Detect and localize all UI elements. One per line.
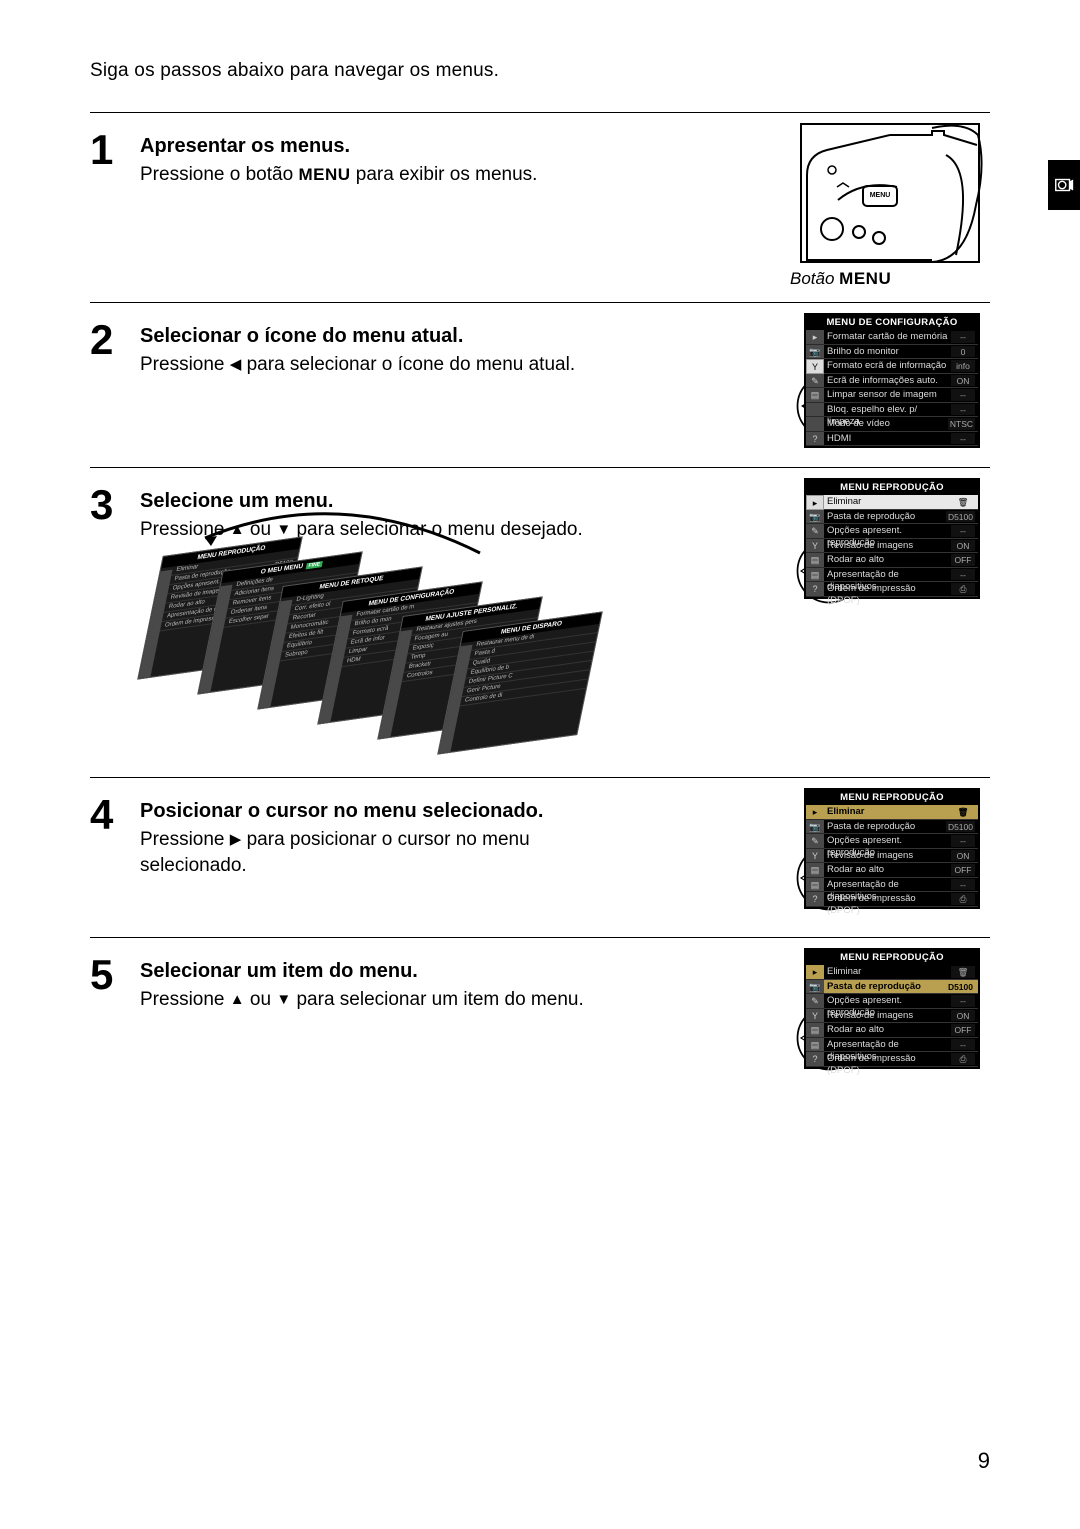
- right-arrow-icon: ▶: [230, 831, 242, 848]
- retouch-tab-icon: ▤: [806, 1023, 824, 1038]
- step-number: 3: [90, 480, 140, 757]
- step-1: 1 Apresentar os menus. Pressione o botão…: [90, 112, 990, 302]
- step-title: Posicionar o cursor no menu selecionado.: [140, 800, 630, 823]
- mymenu-tab-icon: ▤: [806, 1038, 824, 1053]
- menu-playback-screenshot: MENU REPRODUÇÃO ▸ 📷 ✎ Y ▤ ▤ ? Eliminar🗑 …: [804, 948, 980, 1069]
- help-tab-icon: ?: [806, 432, 824, 447]
- menu-title: MENU REPRODUÇÃO: [806, 790, 978, 805]
- step-number: 1: [90, 125, 140, 282]
- left-arrow-icon: ◀: [230, 356, 242, 373]
- camera-small-button-icon: [872, 231, 886, 245]
- menu-rows: Eliminar🗑 Pasta de reproduçãoD5100 Opçõe…: [824, 805, 978, 907]
- step-number: 4: [90, 790, 140, 917]
- up-arrow-icon: ▲: [230, 991, 245, 1008]
- step1-graphic: MENU Botão MENU: [690, 123, 990, 289]
- menu-button-icon: MENU: [862, 185, 898, 207]
- step-desc: Pressione ▲ ou ▼ para selecionar um item…: [140, 987, 630, 1013]
- retouch-tab-icon: ✎: [806, 374, 824, 389]
- camera-small-button-icon: [852, 225, 866, 239]
- introduction-icon: [1053, 174, 1075, 196]
- shooting-tab-icon: 📷: [806, 980, 824, 995]
- menu-playback-screenshot: MENU REPRODUÇÃO ▸ 📷 ✎ Y ▤ ▤ ? Eliminar🗑 …: [804, 478, 980, 599]
- retouch-tab-icon: ▤: [806, 553, 824, 568]
- step-desc: Pressione ▶ para posicionar o cursor no …: [140, 827, 630, 878]
- menu-rows: Eliminar🗑 Pasta de reproduçãoD5100 Opçõe…: [824, 495, 978, 597]
- menu-title: MENU REPRODUÇÃO: [806, 950, 978, 965]
- step-3: 3 Selecione um menu. Pressione ▲ ou ▼ pa…: [90, 467, 990, 777]
- menu-config-screenshot: MENU DE CONFIGURAÇÃO ▸ 📷 Y ✎ ▤ ? Formata…: [804, 313, 980, 448]
- menu-stack-3d: O MEU MENU FINE Definições de Adicionar …: [150, 548, 610, 738]
- playback-tab-icon: ▸: [806, 330, 824, 345]
- camera-small-button-icon: [820, 217, 844, 241]
- step-4: 4 Posicionar o cursor no menu selecionad…: [90, 777, 990, 937]
- menu-icon-strip: ▸ 📷 Y ✎ ▤ ?: [806, 330, 824, 446]
- menu-title: MENU REPRODUÇÃO: [806, 480, 978, 495]
- setup-tab-icon: Y: [806, 539, 824, 554]
- camera-grip-icon: [926, 125, 984, 265]
- step-title: Selecionar um item do menu.: [140, 960, 630, 983]
- mymenu-tab-icon: ▤: [806, 388, 824, 403]
- step-number: 5: [90, 950, 140, 1077]
- camera-caption: Botão MENU: [690, 269, 990, 289]
- menu-playback-screenshot: MENU REPRODUÇÃO ▸ 📷 ✎ Y ▤ ▤ ? Eliminar🗑 …: [804, 788, 980, 909]
- setup-tab-icon: Y: [806, 849, 824, 864]
- menu-icon-strip: ▸ 📷 ✎ Y ▤ ▤ ?: [806, 965, 824, 1067]
- help-tab-icon: ?: [806, 1052, 824, 1067]
- step-number: 2: [90, 315, 140, 447]
- step-title: Selecionar o ícone do menu atual.: [140, 325, 630, 348]
- menu-icon-strip: ▸ 📷 ✎ Y ▤ ▤ ?: [806, 805, 824, 907]
- menu-rows: Eliminar🗑 Pasta de reproduçãoD5100 Opçõe…: [824, 965, 978, 1067]
- step-desc: Pressione ◀ para selecionar o ícone do m…: [140, 352, 630, 378]
- menu-rows: Formatar cartão de memória-- Brilho do m…: [824, 330, 978, 446]
- step-5: 5 Selecionar um item do menu. Pressione …: [90, 937, 990, 1097]
- camera-illustration: MENU: [800, 123, 980, 263]
- playback-tab-icon: ▸: [806, 495, 824, 510]
- playback-tab-icon: ▸: [806, 805, 824, 820]
- help-tab-icon: ?: [806, 892, 824, 907]
- side-tab: [1048, 160, 1080, 210]
- stack-card: MENU DE DISPARO Restaurar menu de di Pas…: [437, 611, 603, 754]
- page-number: 9: [978, 1448, 990, 1474]
- menu-title: MENU DE CONFIGURAÇÃO: [806, 315, 978, 330]
- shooting-tab-icon: 📷: [806, 345, 824, 360]
- mymenu-tab-icon: ▤: [806, 878, 824, 893]
- custom-tab-icon: ✎: [806, 524, 824, 539]
- mymenu-tab-icon: ▤: [806, 568, 824, 583]
- intro-text: Siga os passos abaixo para navegar os me…: [90, 60, 990, 82]
- shooting-tab-icon: 📷: [806, 510, 824, 525]
- shooting-tab-icon: 📷: [806, 820, 824, 835]
- menu-icon-strip: ▸ 📷 ✎ Y ▤ ▤ ?: [806, 495, 824, 597]
- step-2: 2 Selecionar o ícone do menu atual. Pres…: [90, 302, 990, 467]
- setup-tab-icon: Y: [806, 1009, 824, 1024]
- spacer: [806, 417, 824, 432]
- menu-label-inline: MENU: [298, 165, 350, 184]
- setup-tab-icon: Y: [806, 359, 824, 374]
- custom-tab-icon: ✎: [806, 994, 824, 1009]
- step-desc: Pressione o botão MENU para exibir os me…: [140, 162, 630, 188]
- down-arrow-icon: ▼: [276, 991, 291, 1008]
- retouch-tab-icon: ▤: [806, 863, 824, 878]
- help-tab-icon: ?: [806, 582, 824, 597]
- spacer: [806, 403, 824, 418]
- playback-tab-icon: ▸: [806, 965, 824, 980]
- custom-tab-icon: ✎: [806, 834, 824, 849]
- step-title: Apresentar os menus.: [140, 135, 630, 158]
